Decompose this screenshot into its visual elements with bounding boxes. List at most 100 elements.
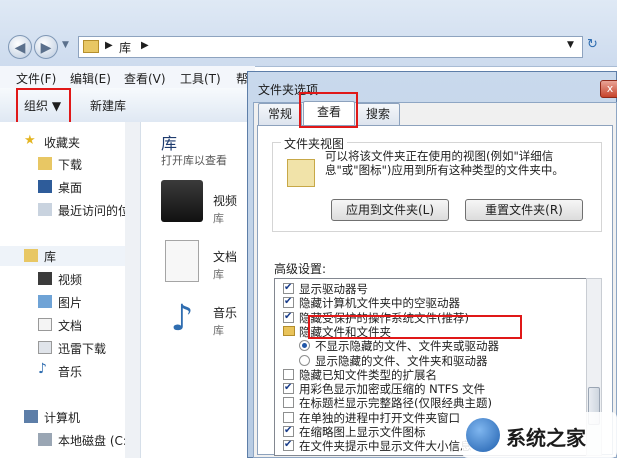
nav-item-downloads[interactable]: 下载 [0, 154, 125, 174]
music-library-icon: ♪ [170, 298, 194, 339]
setting-checkbox[interactable] [283, 411, 294, 423]
setting-label: 在单独的进程中打开文件夹窗口 [299, 410, 460, 425]
tab-general[interactable]: 常规 [258, 103, 302, 125]
nav-item-label: 桌面 [58, 181, 83, 195]
nav-item-label: 文档 [58, 319, 83, 333]
breadcrumb-arrow-icon[interactable]: ▶ [141, 40, 149, 51]
nav-computer-label: 计算机 [44, 411, 81, 425]
page-subtitle: 打开库以查看 [161, 154, 227, 167]
setting-label: 显示驱动器号 [299, 282, 368, 296]
nav-favorites[interactable]: ★ 收藏夹 [0, 132, 125, 152]
tab-search[interactable]: 搜索 [356, 103, 400, 125]
advanced-setting-row[interactable]: 隐藏已知文件类型的扩展名 [275, 368, 585, 382]
library-item-name: 文档 [213, 250, 238, 264]
nav-pane-scrollbar[interactable] [125, 122, 141, 458]
reset-folders-button[interactable]: 重置文件夹(R) [465, 199, 583, 221]
recent-pages-dropdown[interactable]: ▼ [62, 40, 69, 50]
nav-item-label: 下载 [58, 158, 83, 172]
watermark-logo-icon [466, 418, 500, 452]
apply-to-folders-button[interactable]: 应用到文件夹(L) [331, 199, 449, 221]
library-item-name: 视频 [213, 194, 238, 208]
page-title: 库 [161, 134, 178, 153]
highlight-show-hidden [308, 315, 522, 339]
drive-icon [38, 433, 52, 446]
nav-item-desktop[interactable]: 桌面 [0, 177, 125, 197]
setting-checkbox[interactable] [283, 424, 294, 438]
watermark-text: 系统之家 [506, 426, 586, 450]
setting-checkbox[interactable] [283, 397, 294, 409]
address-dropdown-icon[interactable]: ▼ [567, 40, 574, 50]
music-note-icon: ♪ [38, 361, 47, 377]
highlight-organize [16, 88, 71, 126]
setting-checkbox[interactable] [283, 368, 294, 380]
nav-item-music[interactable]: ♪ 音乐 [0, 361, 125, 381]
refresh-icon[interactable]: ↻ [587, 37, 609, 57]
folder-icon [283, 325, 295, 336]
nav-item-label: 视频 [58, 273, 83, 287]
video-icon [38, 272, 52, 285]
library-icon [83, 40, 99, 53]
advanced-setting-row[interactable]: 显示驱动器号 [275, 281, 585, 296]
nav-computer[interactable]: 计算机 [0, 407, 125, 427]
video-library-icon [161, 180, 203, 222]
advanced-setting-row[interactable]: 在标题栏显示完整路径(仅限经典主题) [275, 396, 585, 410]
setting-label: 隐藏计算机文件夹中的空驱动器 [299, 296, 460, 311]
setting-checkbox[interactable] [283, 438, 294, 452]
nav-item-label: 本地磁盘 (C: [58, 434, 125, 448]
nav-item-label: 图片 [58, 296, 83, 310]
advanced-settings-label: 高级设置: [274, 262, 327, 276]
setting-checkbox[interactable] [283, 281, 294, 295]
menu-view[interactable]: 查看(V) [124, 70, 166, 87]
library-item-type: 库 [213, 212, 224, 225]
address-box[interactable]: ▶ 库 ▶ ▼ [78, 36, 583, 58]
setting-label: 在文件夹提示中显示文件大小信息 [299, 439, 472, 454]
library-item-name: 音乐 [213, 306, 238, 320]
breadcrumb-arrow-icon: ▶ [105, 40, 113, 51]
nav-libraries-label: 库 [44, 250, 57, 264]
nav-item-local-disk[interactable]: 本地磁盘 (C: [0, 430, 125, 450]
document-library-icon [165, 240, 199, 282]
setting-radio[interactable] [299, 354, 310, 366]
nav-item-pictures[interactable]: 图片 [0, 292, 125, 312]
nav-libraries[interactable]: 库 [0, 246, 125, 266]
watermark: 系统之家 [462, 412, 617, 458]
advanced-setting-row[interactable]: 不显示隐藏的文件、文件夹或驱动器 [275, 339, 585, 353]
menu-file[interactable]: 文件(F) [16, 70, 56, 87]
downloads-folder-icon [38, 157, 52, 170]
setting-checkbox[interactable] [283, 310, 294, 324]
close-button[interactable]: x [600, 80, 617, 98]
navigation-pane: ★ 收藏夹 下载 桌面 最近访问的位 库 视频 图片 文档 迅雷下载 ♪ 音乐 … [0, 122, 126, 458]
breadcrumb-item[interactable]: 库 [119, 39, 131, 56]
library-item-videos[interactable]: 视频 库 [161, 180, 255, 230]
nav-item-thunder-downloads[interactable]: 迅雷下载 [0, 338, 125, 358]
menu-edit[interactable]: 编辑(E) [70, 70, 111, 87]
folder-view-icon [287, 159, 315, 187]
folder-options-dialog: 文件夹选项 x 常规 查看 搜索 文件夹视图 可以将该文件夹正在使用的视图(例如… [247, 71, 617, 458]
menu-tools[interactable]: 工具(T) [180, 70, 221, 87]
forward-button[interactable]: ▶ [34, 35, 58, 59]
nav-item-videos[interactable]: 视频 [0, 269, 125, 289]
back-button[interactable]: ◀ [8, 35, 32, 59]
setting-radio[interactable] [299, 340, 310, 352]
nav-item-documents[interactable]: 文档 [0, 315, 125, 335]
setting-label: 不显示隐藏的文件、文件夹或驱动器 [315, 339, 499, 354]
folder-view-group: 文件夹视图 可以将该文件夹正在使用的视图(例如"详细信息"或"图标")应用到所有… [272, 135, 602, 232]
new-library-button[interactable]: 新建库 [90, 97, 126, 114]
setting-checkbox[interactable] [283, 381, 294, 395]
advanced-setting-row[interactable]: 显示隐藏的文件、文件夹和驱动器 [275, 354, 585, 368]
nav-item-recent[interactable]: 最近访问的位 [0, 200, 125, 220]
nav-item-label: 音乐 [58, 365, 83, 379]
nav-item-label: 迅雷下载 [58, 342, 107, 356]
setting-checkbox[interactable] [283, 453, 294, 455]
view-tab-panel: 文件夹视图 可以将该文件夹正在使用的视图(例如"详细信息"或"图标")应用到所有… [257, 125, 613, 456]
folder-view-description: 可以将该文件夹正在使用的视图(例如"详细信息"或"图标")应用到所有这种类型的文… [325, 149, 564, 177]
advanced-setting-row[interactable]: 用彩色显示加密或压缩的 NTFS 文件 [275, 381, 585, 396]
recent-places-icon [38, 203, 52, 216]
library-item-music[interactable]: ♪ 音乐 库 [161, 294, 255, 344]
computer-icon [24, 410, 38, 423]
dialog-body: 常规 查看 搜索 文件夹视图 可以将该文件夹正在使用的视图(例如"详细信息"或"… [253, 101, 617, 458]
setting-label: 显示隐藏的文件、文件夹和驱动器 [315, 353, 488, 368]
library-item-documents[interactable]: 文档 库 [161, 240, 255, 290]
setting-checkbox[interactable] [283, 295, 294, 309]
advanced-setting-row[interactable]: 隐藏计算机文件夹中的空驱动器 [275, 295, 585, 311]
